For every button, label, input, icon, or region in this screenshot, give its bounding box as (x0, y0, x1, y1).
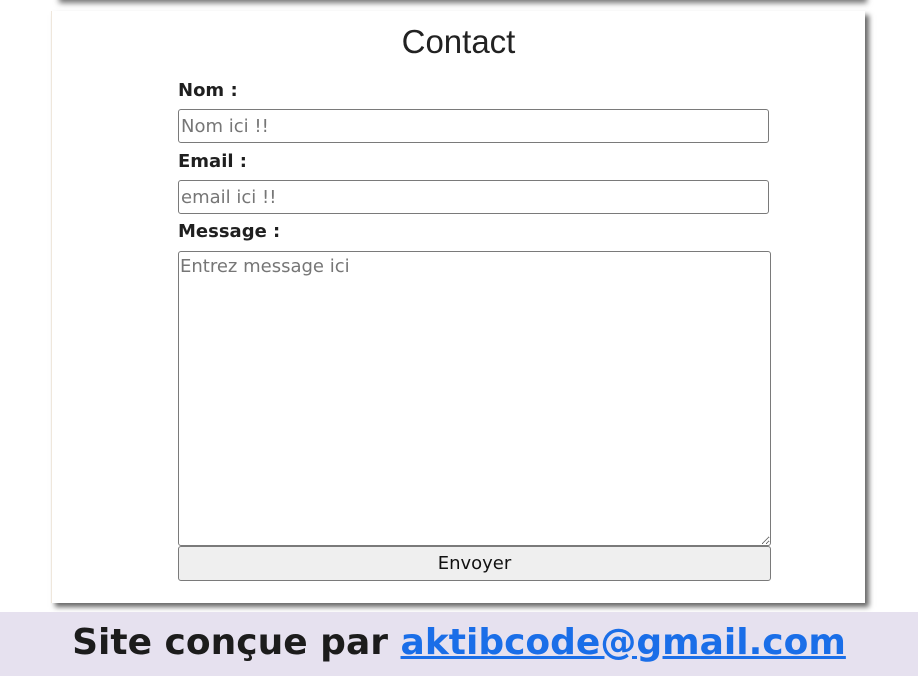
message-textarea[interactable] (178, 251, 771, 546)
message-label: Message : (178, 221, 281, 242)
name-label: Nom : (178, 80, 238, 101)
email-label: Email : (178, 151, 248, 172)
footer-credit-text: Site conçue par (72, 622, 401, 663)
footer-email-link[interactable]: aktibcode@gmail.com (401, 622, 846, 663)
name-input[interactable] (178, 109, 769, 143)
contact-form-card: Contact Nom : Email : Message : Envoyer (51, 11, 865, 603)
contact-title: Contact (401, 23, 516, 60)
email-input[interactable] (178, 180, 769, 214)
submit-button[interactable]: Envoyer (178, 546, 771, 581)
site-footer: Site conçue par aktibcode@gmail.com (0, 612, 918, 676)
